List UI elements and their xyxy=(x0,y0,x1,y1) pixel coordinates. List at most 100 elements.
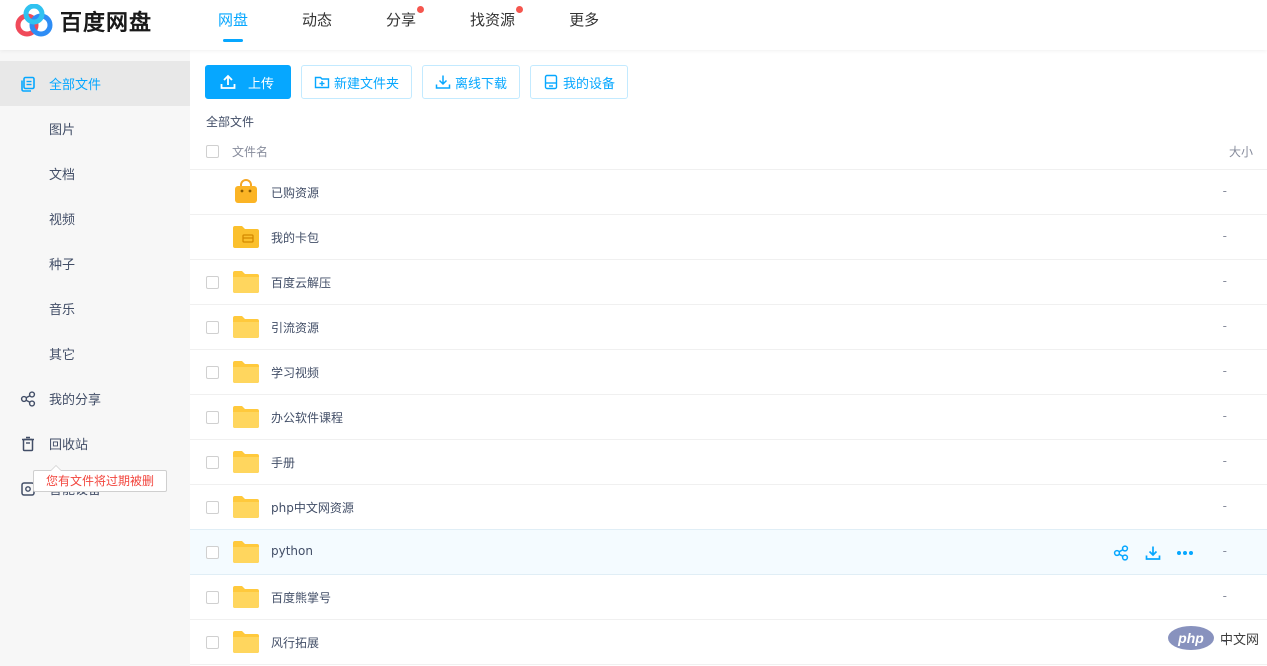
file-size: - xyxy=(1222,364,1227,378)
my-devices-button[interactable]: 我的设备 xyxy=(530,65,629,99)
upload-label: 上传 xyxy=(248,76,275,92)
file-size: - xyxy=(1222,319,1227,333)
file-name[interactable]: python xyxy=(271,544,313,558)
table-row[interactable]: 我的卡包 - xyxy=(190,215,1267,260)
file-name[interactable]: 已购资源 xyxy=(271,184,319,201)
table-row[interactable]: 百度云解压 - xyxy=(190,260,1267,305)
sidebar-item-videos[interactable]: 视频 xyxy=(0,196,190,241)
sidebar-item-documents[interactable]: 文档 xyxy=(0,151,190,196)
table-row[interactable]: 学习视频 - xyxy=(190,350,1267,395)
folder-icon xyxy=(232,584,260,610)
sidebar-item-torrents[interactable]: 种子 xyxy=(0,241,190,286)
file-size: - xyxy=(1222,454,1227,468)
brand-logo[interactable]: 百度网盘 xyxy=(14,3,153,38)
row-checkbox[interactable] xyxy=(206,366,219,379)
card-folder-icon xyxy=(232,224,260,250)
sidebar-item-all-files[interactable]: 全部文件 xyxy=(0,61,190,106)
nav-find-resources[interactable]: 找资源 xyxy=(452,0,533,40)
row-checkbox[interactable] xyxy=(206,636,219,649)
toolbar: 上传 新建文件夹 离线下载 我的设备 xyxy=(205,65,638,99)
column-header-name[interactable]: 文件名 xyxy=(232,143,268,160)
file-size: - xyxy=(1222,409,1227,423)
file-name[interactable]: 我的卡包 xyxy=(271,229,319,246)
main-nav: 网盘 动态 分享 找资源 更多 xyxy=(200,0,635,50)
file-name[interactable]: 引流资源 xyxy=(271,319,319,336)
nav-label: 更多 xyxy=(569,11,600,29)
folder-icon xyxy=(232,449,260,475)
share-icon[interactable] xyxy=(1112,544,1130,562)
row-actions xyxy=(1112,544,1208,562)
row-checkbox[interactable] xyxy=(206,321,219,334)
folder-icon xyxy=(232,314,260,340)
nav-netdisk[interactable]: 网盘 xyxy=(200,0,266,42)
offline-download-button[interactable]: 离线下载 xyxy=(422,65,521,99)
notification-dot-icon xyxy=(417,6,425,13)
nav-share[interactable]: 分享 xyxy=(368,0,434,40)
file-name[interactable]: 风行拓展 xyxy=(271,634,319,651)
table-row[interactable]: python - xyxy=(190,529,1267,575)
row-checkbox[interactable] xyxy=(206,411,219,424)
row-checkbox[interactable] xyxy=(206,546,219,559)
folder-icon xyxy=(232,494,260,520)
share-icon xyxy=(20,390,36,407)
breadcrumb[interactable]: 全部文件 xyxy=(206,113,254,130)
table-row[interactable]: 手册 - xyxy=(190,440,1267,485)
my-devices-label: 我的设备 xyxy=(563,76,616,92)
php-cn-watermark: php 中文网 xyxy=(1167,626,1259,650)
file-name[interactable]: 办公软件课程 xyxy=(271,409,343,426)
new-folder-button[interactable]: 新建文件夹 xyxy=(301,65,413,99)
trash-icon xyxy=(20,436,36,452)
sidebar-item-music[interactable]: 音乐 xyxy=(0,286,190,331)
more-icon[interactable] xyxy=(1176,544,1194,562)
watermark-text: 中文网 xyxy=(1219,632,1259,648)
sidebar-item-label: 图片 xyxy=(49,123,76,138)
table-row[interactable]: 百度熊掌号 - xyxy=(190,575,1267,620)
folder-icon xyxy=(232,359,260,385)
column-header-size[interactable]: 大小 xyxy=(1229,143,1253,160)
nav-activity[interactable]: 动态 xyxy=(284,0,350,40)
brand-name: 百度网盘 xyxy=(60,11,153,36)
sidebar-item-label: 其它 xyxy=(49,348,76,363)
expiry-warning-tooltip[interactable]: 您有文件将过期被删 xyxy=(33,465,168,492)
folder-icon xyxy=(232,269,260,295)
notification-dot-icon xyxy=(516,6,524,13)
table-row[interactable]: 办公软件课程 - xyxy=(190,395,1267,440)
file-size: - xyxy=(1222,499,1227,513)
sidebar-item-others[interactable]: 其它 xyxy=(0,331,190,376)
nav-label: 找资源 xyxy=(470,11,516,29)
file-name[interactable]: php中文网资源 xyxy=(271,499,354,516)
nav-label: 分享 xyxy=(386,11,417,29)
sidebar-item-label: 文档 xyxy=(49,168,76,183)
download-icon xyxy=(435,75,451,89)
table-row[interactable]: 已购资源 - xyxy=(190,170,1267,215)
new-folder-icon xyxy=(314,76,330,89)
copy-icon xyxy=(20,76,36,92)
sidebar-item-recycle-bin[interactable]: 回收站 xyxy=(0,421,190,466)
table-row[interactable]: php中文网资源 - xyxy=(190,485,1267,530)
select-all-checkbox[interactable] xyxy=(206,145,219,158)
file-name[interactable]: 学习视频 xyxy=(271,364,319,381)
file-size: - xyxy=(1222,544,1227,558)
sidebar-item-label: 音乐 xyxy=(49,303,76,318)
folder-icon xyxy=(232,404,260,430)
row-checkbox[interactable] xyxy=(206,591,219,604)
nav-label: 动态 xyxy=(302,11,333,29)
sidebar-item-label: 回收站 xyxy=(49,438,89,453)
upload-button[interactable]: 上传 xyxy=(205,65,291,99)
folder-icon xyxy=(232,629,260,655)
row-checkbox[interactable] xyxy=(206,276,219,289)
file-size: - xyxy=(1222,274,1227,288)
offline-download-label: 离线下载 xyxy=(455,76,508,92)
row-checkbox[interactable] xyxy=(206,456,219,469)
file-name[interactable]: 手册 xyxy=(271,454,295,471)
file-name[interactable]: 百度熊掌号 xyxy=(271,589,331,606)
download-icon[interactable] xyxy=(1144,544,1162,562)
sidebar-item-my-shares[interactable]: 我的分享 xyxy=(0,376,190,421)
file-name[interactable]: 百度云解压 xyxy=(271,274,331,291)
row-checkbox[interactable] xyxy=(206,501,219,514)
device-icon xyxy=(544,74,558,90)
table-row[interactable]: 引流资源 - xyxy=(190,305,1267,350)
nav-more[interactable]: 更多 xyxy=(551,0,617,40)
table-row[interactable]: 风行拓展 - xyxy=(190,620,1267,665)
sidebar-item-images[interactable]: 图片 xyxy=(0,106,190,151)
